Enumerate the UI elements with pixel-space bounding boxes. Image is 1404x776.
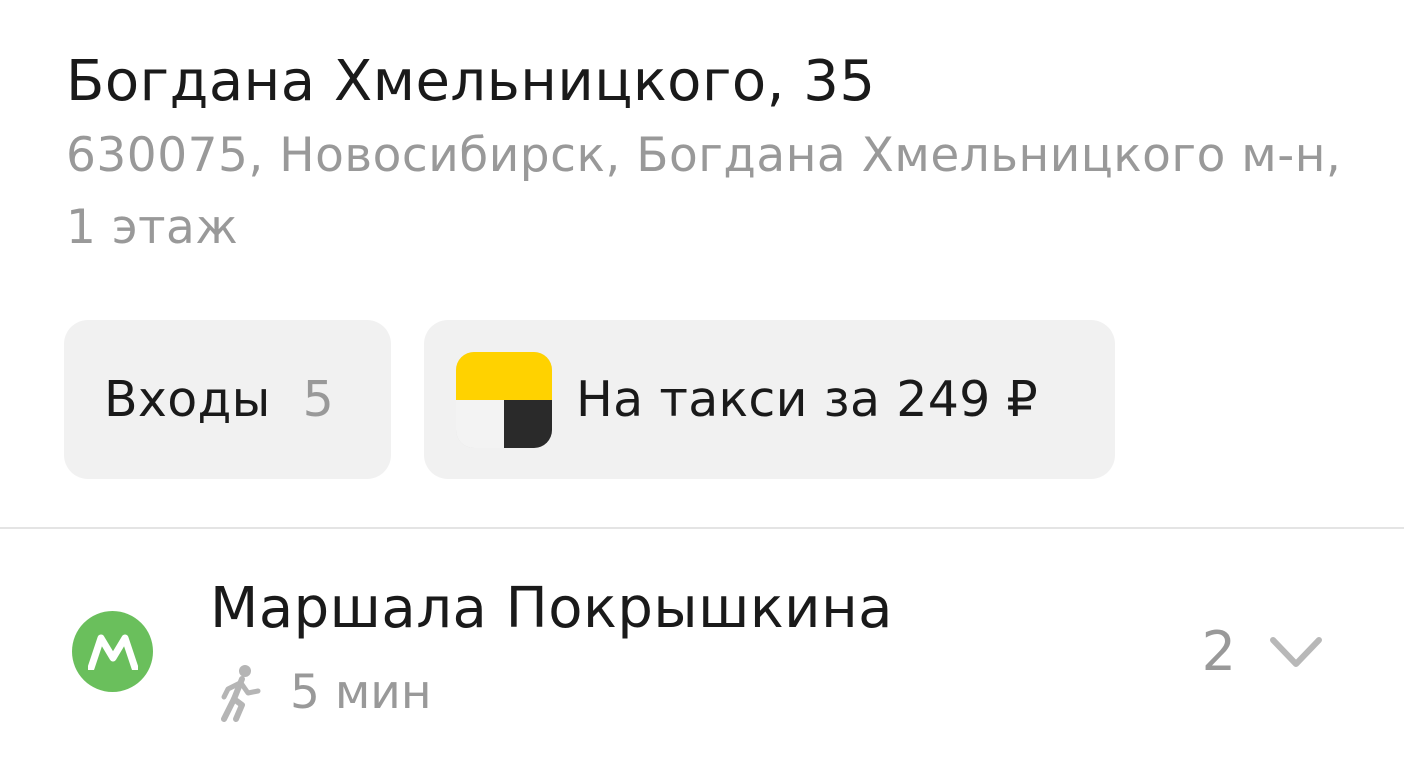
place-card: Богдана Хмельницкого, 35 630075, Новосиб…: [0, 0, 1404, 776]
walk-time: 5 мин: [290, 665, 432, 720]
entrances-count: 5: [302, 371, 334, 428]
entrances-label: Входы: [104, 371, 271, 428]
pedestrian-icon: [221, 665, 261, 722]
walk-info: 5 мин: [212, 663, 432, 723]
address-block: Богдана Хмельницкого, 35 630075, Новосиб…: [66, 44, 1346, 264]
metro-station-row[interactable]: Маршала Покрышкина 5 мин 2: [0, 529, 1404, 776]
address-details: 630075, Новосибирск, Богдана Хмельницког…: [66, 128, 1342, 255]
action-buttons: Входы 5 На такси за 249 ₽: [64, 320, 1115, 479]
entrances-button[interactable]: Входы 5: [64, 320, 391, 479]
taxi-label: На такси за 249 ₽: [576, 371, 1039, 428]
metro-station-name: Маршала Покрышкина: [210, 576, 893, 641]
yandex-taxi-icon: [456, 351, 552, 448]
chevron-down-icon: [1270, 637, 1322, 667]
station-count: 2: [1201, 620, 1236, 683]
expand-control[interactable]: 2: [1202, 617, 1324, 687]
address-title: Богдана Хмельницкого, 35: [66, 49, 876, 114]
taxi-button[interactable]: На такси за 249 ₽: [424, 320, 1115, 479]
metro-icon: [72, 611, 153, 692]
